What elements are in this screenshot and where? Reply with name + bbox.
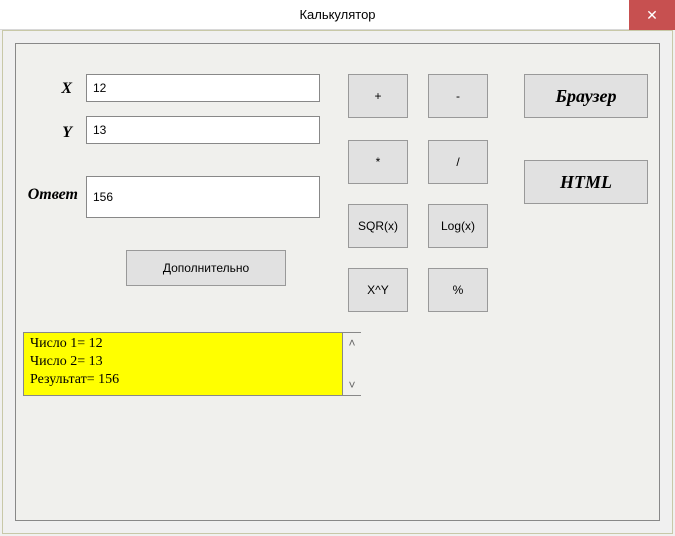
log-wrapper: Число 1= 12 Число 2= 13 Результат= 156 ˄… — [23, 332, 368, 396]
input-x[interactable] — [86, 74, 320, 102]
titlebar: Калькулятор ✕ — [0, 0, 675, 30]
window-title: Калькулятор — [299, 7, 375, 22]
button-multiply[interactable]: * — [348, 140, 408, 184]
log-line-3: Результат= 156 — [30, 371, 336, 389]
label-answer: Ответ — [20, 186, 78, 204]
close-button[interactable]: ✕ — [629, 0, 675, 30]
content: X Y Ответ + - * / SQR(x) Log(x) X^Y % До… — [2, 30, 673, 534]
button-divide[interactable]: / — [428, 140, 488, 184]
button-plus[interactable]: + — [348, 74, 408, 118]
label-y: Y — [36, 124, 72, 142]
button-minus[interactable]: - — [428, 74, 488, 118]
label-x: X — [36, 80, 72, 98]
button-extra[interactable]: Дополнительно — [126, 250, 286, 286]
input-answer[interactable] — [86, 176, 320, 218]
scroll-down-icon[interactable]: ˅ — [348, 379, 355, 391]
button-browser[interactable]: Браузер — [524, 74, 648, 118]
window: Калькулятор ✕ X Y Ответ + - * / SQR(x) L… — [0, 0, 675, 536]
button-log[interactable]: Log(x) — [428, 204, 488, 248]
input-y[interactable] — [86, 116, 320, 144]
button-percent[interactable]: % — [428, 268, 488, 312]
log-line-2: Число 2= 13 — [30, 353, 336, 371]
button-pow[interactable]: X^Y — [348, 268, 408, 312]
inner-panel: X Y Ответ + - * / SQR(x) Log(x) X^Y % До… — [15, 43, 660, 521]
scroll-up-icon[interactable]: ˄ — [348, 337, 355, 349]
log-area[interactable]: Число 1= 12 Число 2= 13 Результат= 156 — [23, 332, 343, 396]
button-sqr[interactable]: SQR(x) — [348, 204, 408, 248]
button-html[interactable]: HTML — [524, 160, 648, 204]
close-icon: ✕ — [646, 7, 658, 24]
log-line-1: Число 1= 12 — [30, 335, 336, 353]
log-scrollbar[interactable]: ˄ ˅ — [343, 332, 361, 396]
